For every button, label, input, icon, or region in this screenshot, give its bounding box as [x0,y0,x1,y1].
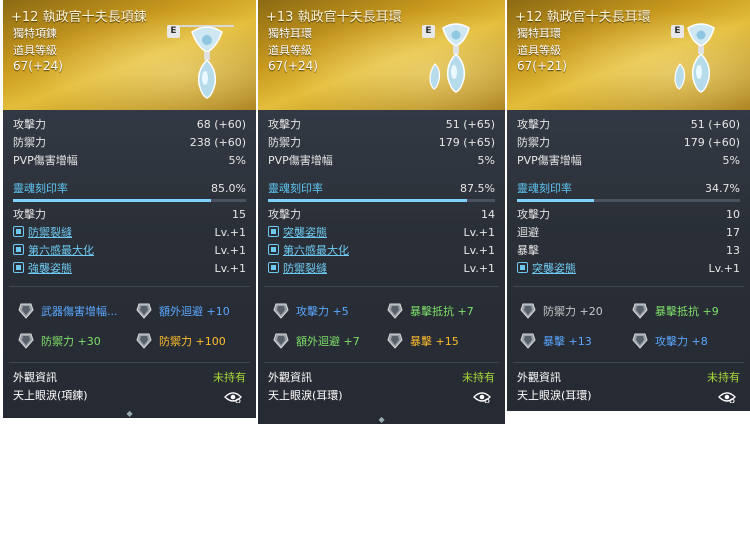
manastone-slot: 防禦力 +100 [135,331,226,353]
skill-row[interactable]: 突襲姿態 Lv.+1 [268,224,495,241]
appearance-name-row: 天上眼淚(耳環) [517,389,592,402]
soul-engrave-bar [268,199,495,202]
manastone-icon [520,333,536,349]
manastone-slot: 攻擊力 +5 [272,301,349,323]
divider [513,362,744,363]
stat-row: 防禦力 179 (+65) [268,136,495,149]
soul-engrave-row: 靈魂刻印率 85.0% [13,182,246,195]
divider [264,286,499,287]
soul-stat-row: 迴避 17 [517,226,740,239]
soul-engrave-row: 靈魂刻印率 87.5% [268,182,495,195]
manastone-slot: 暴擊 +13 [519,331,592,353]
skill-row[interactable]: 突襲姿態 Lv.+1 [517,260,740,277]
item-level-label: 道具等級 [517,44,561,57]
item-title: +12 執政官十夫長耳環 [515,10,651,25]
manastone-slot: 防禦力 +20 [519,301,603,323]
preview-eye-icon[interactable] [224,391,242,403]
scroll-indicator-icon: ◆ [378,415,385,424]
manastone-slot: 暴擊抵抗 +7 [386,301,474,323]
skill-row[interactable]: 防禦裂縫 Lv.+1 [268,260,495,277]
skill-icon [13,244,24,255]
manastone-slot: 暴擊抵抗 +9 [631,301,719,323]
soul-stat-row: 攻擊力 15 [13,208,246,221]
stat-row: 防禦力 238 (+60) [13,136,246,149]
tooltip-body: 攻擊力 51 (+65) 防禦力 179 (+65) PVP傷害增幅 5% 靈魂刻印率… [258,110,505,424]
item-tooltip-necklace: +12 執政官十夫長項鍊 獨特項鍊 E 道具等級 67(+24) 攻擊力 68 (… [3,0,256,418]
manastone-icon [387,303,403,319]
appearance-name-row: 天上眼淚(項鍊) [13,389,88,402]
skill-icon [268,262,279,273]
item-tooltip-earring: +12 執政官十夫長耳環 獨特耳環 E 道具等級 67(+21) 攻擊力 51 (… [507,0,750,411]
manastone-icon [18,333,34,349]
appearance-name-row: 天上眼淚(耳環) [268,389,343,402]
skill-icon [268,226,279,237]
manastone-icon [632,333,648,349]
skill-row[interactable]: 第六感最大化 Lv.+1 [268,242,495,259]
soul-stat-row: 攻擊力 14 [268,208,495,221]
skill-icon [13,262,24,273]
item-title: +13 執政官十夫長耳環 [266,10,402,25]
stat-row: PVP傷害增幅 5% [517,154,740,167]
skill-row[interactable]: 防禦裂縫 Lv.+1 [13,224,246,241]
tooltip-header: +12 執政官十夫長項鍊 獨特項鍊 E 道具等級 67(+24) [3,0,256,110]
stat-row: PVP傷害增幅 5% [13,154,246,167]
preview-eye-icon[interactable] [718,391,736,403]
item-level-label: 道具等級 [13,44,57,57]
skill-row[interactable]: 第六感最大化 Lv.+1 [13,242,246,259]
manastone-icon [632,303,648,319]
soul-engrave-row: 靈魂刻印率 34.7% [517,182,740,195]
manastone-slot: 防禦力 +30 [17,331,101,353]
item-title: +12 執政官十夫長項鍊 [11,10,147,25]
necklace-icon [180,25,234,99]
stat-row: 攻擊力 68 (+60) [13,118,246,131]
skill-icon [517,262,528,273]
manastone-icon [136,303,152,319]
manastone-slot: 武器傷害增幅... [17,301,118,323]
manastone-icon [520,303,536,319]
manastone-icon [273,333,289,349]
earring-icon [674,23,715,93]
item-level-label: 道具等級 [268,44,312,57]
item-level: 67(+24) [268,59,318,73]
item-level: 67(+21) [517,59,567,73]
item-type: 獨特耳環 [517,27,561,40]
manastone-icon [387,333,403,349]
appearance-row: 外觀資訊 未持有 [517,371,740,384]
tooltip-header: +12 執政官十夫長耳環 獨特耳環 E 道具等級 67(+21) [507,0,750,110]
manastone-icon [136,333,152,349]
scroll-indicator-icon: ◆ [126,409,133,418]
tooltip-body: 攻擊力 68 (+60) 防禦力 238 (+60) PVP傷害增幅 5% 靈魂刻印率… [3,110,256,418]
soul-engrave-bar [13,199,246,202]
manastone-slot: 額外迴避 +10 [135,301,230,323]
manastone-icon [18,303,34,319]
stat-row: PVP傷害增幅 5% [268,154,495,167]
stat-row: 防禦力 179 (+60) [517,136,740,149]
manastone-slot: 攻擊力 +8 [631,331,708,353]
tooltip-body: 攻擊力 51 (+60) 防禦力 179 (+60) PVP傷害增幅 5% 靈魂刻印率… [507,110,750,411]
stat-row: 攻擊力 51 (+60) [517,118,740,131]
item-level: 67(+24) [13,59,63,73]
divider [9,286,250,287]
soul-stat-row: 暴擊 13 [517,244,740,257]
skill-row[interactable]: 強襲姿態 Lv.+1 [13,260,246,277]
item-type: 獨特耳環 [268,27,312,40]
appearance-row: 外觀資訊 未持有 [268,371,495,384]
earring-icon [429,23,470,93]
divider [513,286,744,287]
manastone-slot: 額外迴避 +7 [272,331,360,353]
manastone-icon [273,303,289,319]
divider [9,362,250,363]
divider [264,362,499,363]
item-tooltip-earring: +13 執政官十夫長耳環 獨特耳環 E 道具等級 67(+24) 攻擊力 51 (… [258,0,505,424]
soul-stat-row: 攻擊力 10 [517,208,740,221]
tooltip-header: +13 執政官十夫長耳環 獨特耳環 E 道具等級 67(+24) [258,0,505,110]
preview-eye-icon[interactable] [473,391,491,403]
skill-icon [268,244,279,255]
manastone-slot: 暴擊 +15 [386,331,459,353]
item-type: 獨特項鍊 [13,27,57,40]
stat-row: 攻擊力 51 (+65) [268,118,495,131]
appearance-row: 外觀資訊 未持有 [13,371,246,384]
soul-engrave-bar [517,199,740,202]
skill-icon [13,226,24,237]
